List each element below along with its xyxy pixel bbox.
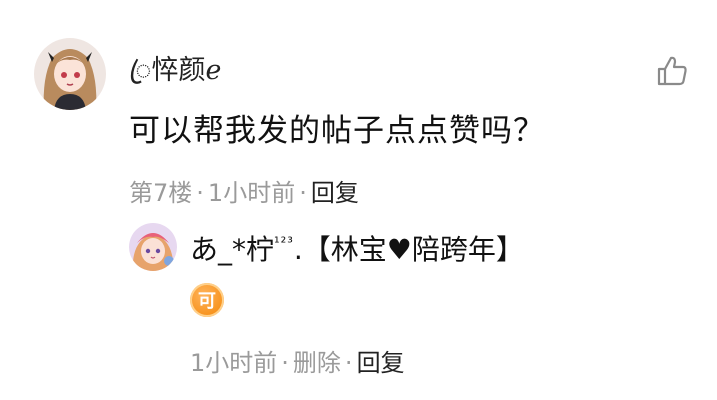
replier-name: あ_*柠 [190,233,275,266]
reply-button[interactable]: 回复 [311,179,359,207]
thumbs-up-icon[interactable] [655,54,689,88]
reply-button[interactable]: 回复 [357,349,405,377]
replier-avatar[interactable] [129,223,177,271]
reply-time: 1小时前 [190,349,278,377]
floor-number: 第7楼 [129,179,193,207]
level-badge-icon: 可 [190,283,224,317]
replier-name-suffix: .【林宝♥陪跨年】 [293,233,524,266]
replier-username[interactable]: あ_*柠¹²³.【林宝♥陪跨年】 [190,228,524,268]
replier-name-superscript: ¹²³ [274,235,294,251]
comment-text: 可以帮我发的帖子点点赞吗？ [129,113,545,149]
separator-dot: · [344,349,353,377]
separator-dot: · [196,179,204,207]
separator-dot: · [281,349,289,377]
commenter-avatar[interactable] [34,38,106,110]
commenter-username[interactable]: ꦿ悴颜ℯ [129,48,221,104]
badge-text: 可 [198,291,216,312]
comment-time: 1小时前 [207,179,296,207]
comment-meta: 第7楼 · 1小时前 · 回复 [129,173,359,208]
delete-button[interactable]: 删除 [293,349,341,377]
reply-meta: 1小时前 · 删除 · 回复 [190,343,405,378]
separator-dot: · [299,179,307,207]
